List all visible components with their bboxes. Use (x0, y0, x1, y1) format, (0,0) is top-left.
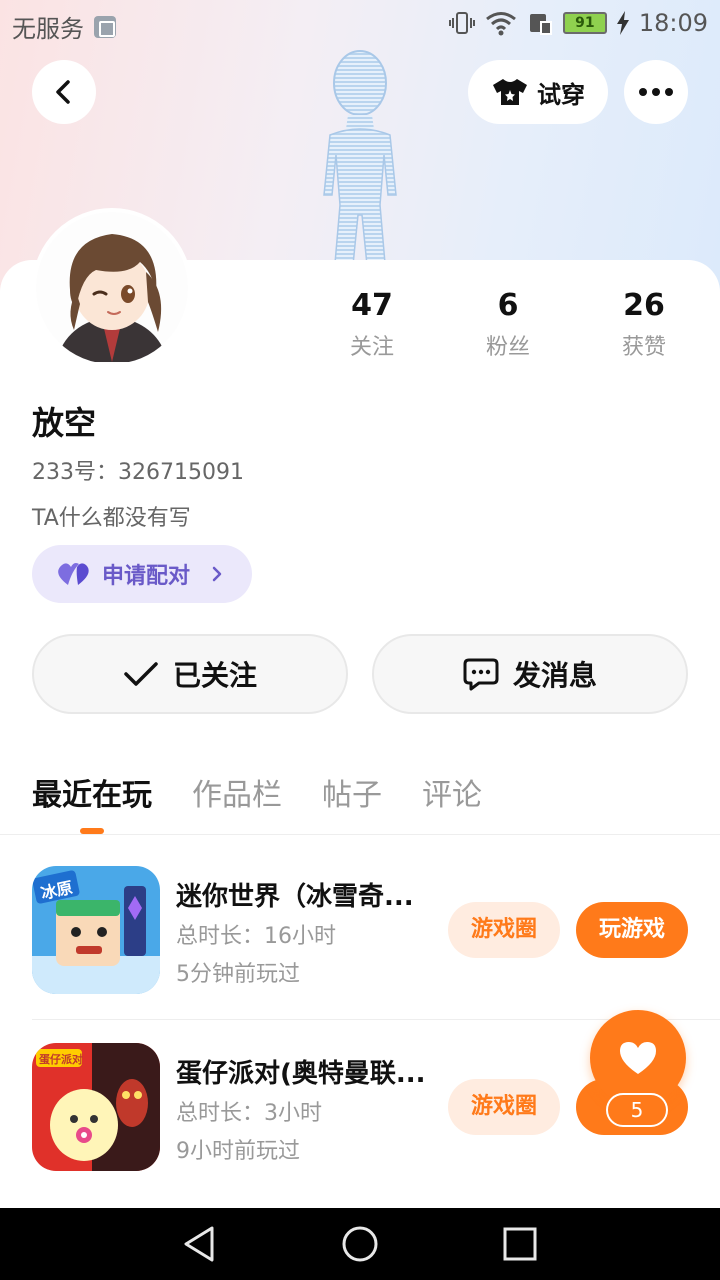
chat-bubble-icon (463, 658, 499, 691)
game-title: 蛋仔派对(奥特曼联... (176, 1059, 426, 1089)
chevron-right-icon (212, 566, 222, 582)
heart-icon (620, 1042, 656, 1074)
game-circle-button[interactable]: 游戏圈 (448, 902, 560, 958)
tab-comments[interactable]: 评论 (422, 770, 482, 814)
more-options-button[interactable] (624, 60, 688, 124)
send-message-button[interactable]: 发消息 (372, 634, 688, 714)
charging-icon (616, 11, 629, 35)
game-total-duration: 总时长：16小时 (176, 924, 336, 949)
system-nav-bar (0, 1208, 720, 1280)
sim-card-icon (94, 15, 116, 38)
send-message-label: 发消息 (512, 659, 597, 692)
profile-stats: 47 关注 6 粉丝 26 获赞 (304, 288, 712, 361)
nav-recents-icon[interactable] (500, 1224, 540, 1264)
user-id: 233号：326715091 (32, 460, 244, 485)
game-title: 迷你世界（冰雪奇... (176, 882, 414, 912)
user-bio: TA什么都没有写 (32, 506, 191, 531)
wifi-icon (485, 12, 516, 36)
likes-received-label: 获赞 (621, 335, 666, 360)
game-circle-button[interactable]: 游戏圈 (448, 1079, 560, 1135)
tshirt-icon (493, 79, 527, 105)
double-heart-icon (58, 563, 89, 585)
try-on-label: 试穿 (537, 80, 585, 109)
game-icon-eggy-party: 蛋仔派对 (32, 1043, 160, 1171)
status-bar: 无服务 91 18:09 (0, 0, 720, 50)
tab-recently-played[interactable]: 最近在玩 (32, 770, 152, 814)
avatar-3d-figure (323, 50, 397, 275)
likes-received-stat[interactable]: 26 获赞 (576, 288, 712, 361)
game-last-played: 5分钟前玩过 (176, 962, 300, 987)
nav-home-icon[interactable] (340, 1224, 380, 1264)
followers-stat[interactable]: 6 粉丝 (440, 288, 576, 361)
anime-avatar-image (36, 212, 188, 364)
game-total-duration: 总时长：3小时 (176, 1101, 322, 1126)
game-icon-mini-world: 冰原 (32, 866, 160, 994)
request-match-label: 申请配对 (102, 564, 191, 589)
followers-label: 粉丝 (485, 335, 530, 360)
battery-indicator: 91 (562, 12, 607, 34)
chevron-left-icon (56, 80, 70, 104)
back-button[interactable] (32, 60, 96, 124)
tabs-divider (0, 834, 720, 835)
like-button[interactable] (590, 1010, 686, 1106)
game-icon-badge: 蛋仔派对 (39, 1052, 83, 1066)
like-count-badge: 5 (606, 1093, 668, 1127)
following-count: 47 (351, 288, 393, 323)
following-label: 关注 (349, 335, 394, 360)
followed-label: 已关注 (172, 659, 257, 692)
tab-posts[interactable]: 帖子 (322, 770, 382, 814)
try-on-button[interactable]: 试穿 (468, 60, 608, 124)
tab-works[interactable]: 作品栏 (192, 770, 282, 814)
likes-received-count: 26 (623, 288, 665, 323)
game-list-item[interactable]: 冰原 迷你世界（冰雪奇... 总时长：16小时 5分钟前玩过 游戏圈 玩游戏 (32, 866, 720, 996)
more-dots-icon (639, 88, 673, 96)
following-stat[interactable]: 47 关注 (304, 288, 440, 361)
data-saver-icon (529, 14, 552, 35)
checkmark-icon (124, 662, 158, 686)
followed-button[interactable]: 已关注 (32, 634, 348, 714)
vibrate-icon (448, 12, 475, 34)
profile-tabs: 最近在玩 作品栏 帖子 评论 (32, 770, 482, 814)
request-match-button[interactable]: 申请配对 (32, 545, 252, 603)
game-last-played: 9小时前玩过 (176, 1139, 300, 1164)
username: 放空 (32, 404, 97, 442)
followers-count: 6 (497, 288, 519, 323)
play-game-button[interactable]: 玩游戏 (576, 902, 688, 958)
carrier-text: 无服务 (12, 15, 84, 43)
nav-back-icon[interactable] (180, 1224, 220, 1264)
avatar[interactable] (32, 208, 192, 368)
clock-text: 18:09 (638, 9, 708, 37)
